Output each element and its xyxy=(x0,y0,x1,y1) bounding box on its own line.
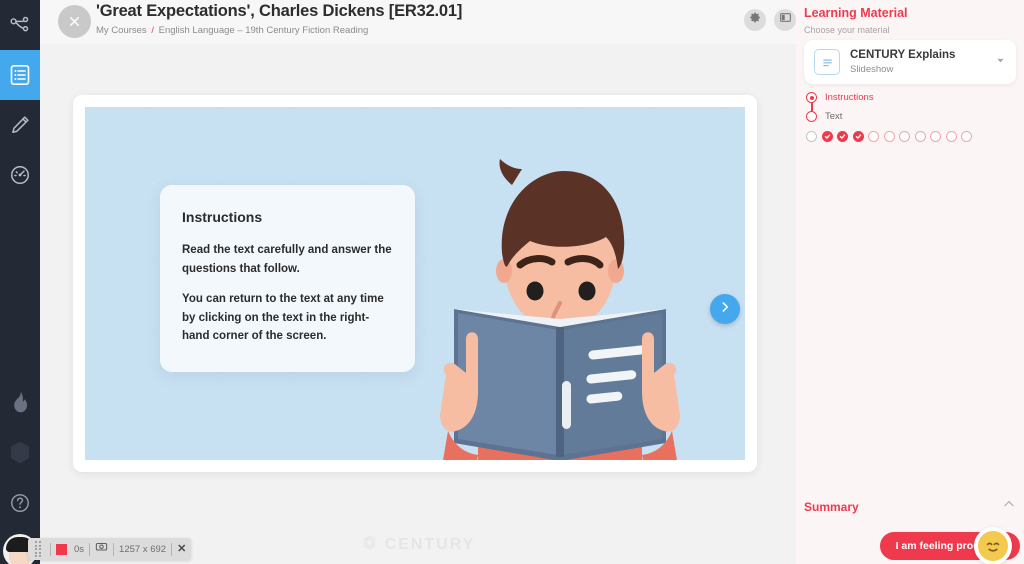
sidebar-item-help[interactable] xyxy=(0,478,40,528)
progress-dot[interactable] xyxy=(914,131,926,142)
close-icon xyxy=(67,14,82,29)
left-sidebar xyxy=(0,0,40,564)
page-title: 'Great Expectations', Charles Dickens [E… xyxy=(96,2,463,20)
material-name: CENTURY Explains xyxy=(850,49,956,61)
toolbar-divider xyxy=(50,542,51,556)
progress-dot[interactable] xyxy=(930,131,941,142)
slideshow-document-icon xyxy=(814,49,840,75)
progress-dot[interactable] xyxy=(852,131,864,142)
pencil-icon xyxy=(9,114,31,136)
slide-card: Instructions Read the text carefully and… xyxy=(73,95,757,472)
toolbar-divider xyxy=(113,542,115,556)
summary-toggle[interactable]: Summary xyxy=(804,497,1016,516)
slide-stage: Instructions Read the text carefully and… xyxy=(40,44,796,564)
header-bar: 'Great Expectations', Charles Dickens [E… xyxy=(40,0,796,44)
settings-button[interactable] xyxy=(744,9,766,31)
summary-label: Summary xyxy=(804,499,859,514)
breadcrumb-current: English Language – 19th Century Fiction … xyxy=(158,25,369,36)
learning-material-subtitle: Choose your material xyxy=(804,25,890,35)
instructions-box: Instructions Read the text carefully and… xyxy=(160,185,415,372)
pathway-icon xyxy=(9,14,31,36)
step-label-instructions: Instructions xyxy=(825,92,874,103)
header-actions xyxy=(744,9,796,31)
chevron-right-icon xyxy=(718,300,732,319)
close-recording-button[interactable]: ✕ xyxy=(177,543,186,555)
sidebar-item-streak[interactable] xyxy=(0,378,40,428)
breadcrumb-root[interactable]: My Courses xyxy=(96,25,147,36)
gear-icon xyxy=(749,11,762,29)
document-icon xyxy=(8,63,32,87)
breadcrumb-separator: / xyxy=(151,25,154,36)
gauge-icon xyxy=(9,164,31,186)
progress-dot[interactable] xyxy=(868,131,879,142)
sidebar-item-assignments[interactable] xyxy=(0,100,40,150)
progress-dot[interactable] xyxy=(945,131,957,142)
progress-dot[interactable] xyxy=(899,131,910,142)
sidebar-item-pathway[interactable] xyxy=(0,0,40,50)
progress-dot[interactable] xyxy=(806,131,817,142)
title-block: 'Great Expectations', Charles Dickens [E… xyxy=(96,2,462,36)
slide-canvas: Instructions Read the text carefully and… xyxy=(85,107,745,460)
step-instructions[interactable]: Instructions xyxy=(804,88,1016,114)
stop-recording-button[interactable] xyxy=(56,543,67,555)
feeling-widget: I am feeling proud xyxy=(879,527,1020,564)
sidebar-item-study[interactable] xyxy=(0,50,40,100)
app-root: 'Great Expectations', Charles Dickens [E… xyxy=(0,0,1024,564)
reading-person-illustration xyxy=(440,113,680,460)
instructions-paragraph-2: You can return to the text at any time b… xyxy=(182,293,384,342)
recording-dimensions: 1257 x 692 xyxy=(119,543,167,555)
flame-icon xyxy=(8,390,32,416)
instructions-heading: Instructions xyxy=(182,209,263,225)
help-icon xyxy=(9,492,31,514)
relieved-face-icon xyxy=(978,531,1008,561)
progress-dot[interactable] xyxy=(883,131,895,142)
sidebar-item-progress[interactable] xyxy=(0,150,40,200)
recording-toolbar: 0s 1257 x 692 ✕ xyxy=(28,538,192,560)
feeling-emoji-button[interactable] xyxy=(974,527,1012,564)
recording-time: 0s xyxy=(74,543,85,555)
breadcrumb: My Courses / English Language – 19th Cen… xyxy=(96,25,462,36)
material-type: Slideshow xyxy=(850,64,894,75)
right-panel: Learning Material Choose your material C… xyxy=(796,0,1024,564)
progress-dot[interactable] xyxy=(961,131,972,142)
toolbar-divider xyxy=(89,542,91,556)
material-steps: Instructions Text xyxy=(804,88,1016,142)
progress-dots xyxy=(806,131,1016,142)
panel-layout-icon xyxy=(779,11,792,29)
material-selector[interactable]: CENTURY Explains Slideshow xyxy=(804,40,1016,84)
toolbar-divider xyxy=(171,542,173,556)
drag-handle-icon[interactable] xyxy=(33,541,45,557)
material-text: CENTURY Explains Slideshow xyxy=(850,48,991,76)
sidebar-item-rewards[interactable] xyxy=(0,428,40,478)
instructions-paragraph-1: Read the text carefully and answer the q… xyxy=(182,244,392,275)
layout-toggle-button[interactable] xyxy=(774,9,796,31)
chevron-up-icon[interactable] xyxy=(1002,497,1016,516)
century-logo-icon xyxy=(361,534,378,556)
step-text[interactable]: Text xyxy=(804,107,1016,126)
camera-icon[interactable] xyxy=(95,540,108,558)
chevron-down-icon[interactable] xyxy=(995,53,1006,71)
step-dot-current xyxy=(806,92,817,103)
learning-material-title: Learning Material xyxy=(804,6,908,20)
next-slide-button[interactable] xyxy=(710,294,740,324)
hexagon-icon xyxy=(8,440,32,466)
step-dot-upcoming xyxy=(806,111,817,122)
century-watermark-text: CENTURY xyxy=(384,536,476,553)
progress-dot[interactable] xyxy=(837,131,848,142)
progress-dot[interactable] xyxy=(821,131,833,142)
step-label-text: Text xyxy=(825,111,843,122)
close-button[interactable] xyxy=(58,5,91,38)
